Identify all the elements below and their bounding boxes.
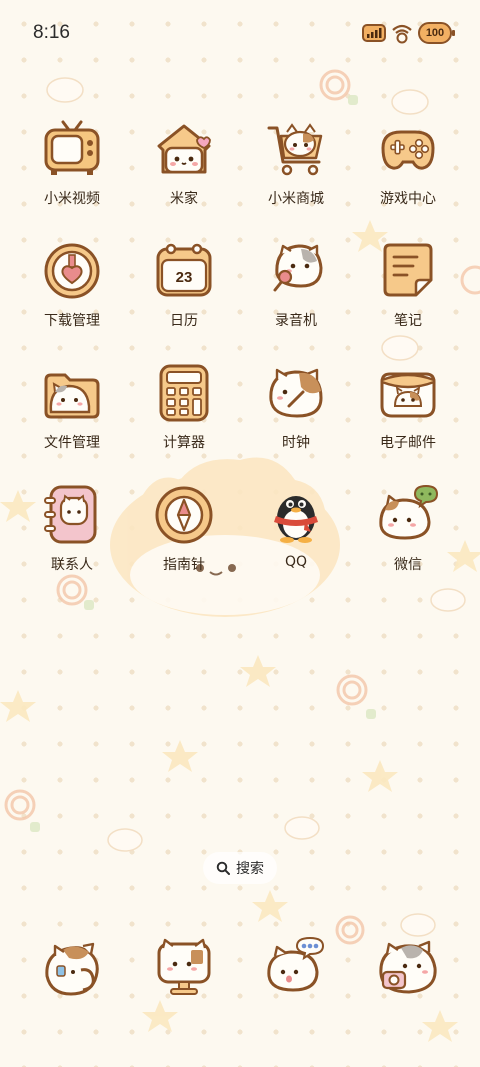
app-label: 下载管理	[44, 313, 100, 329]
battery-level: 100	[425, 27, 445, 39]
cat-monitor-icon	[153, 936, 215, 998]
calculator-icon	[153, 362, 215, 424]
signal-icon	[362, 24, 386, 42]
app-contacts[interactable]: 联系人	[16, 484, 128, 594]
cat-microphone-icon	[265, 240, 327, 302]
app-calculator[interactable]: 计算器	[128, 362, 240, 472]
download-heart-icon	[41, 240, 103, 302]
app-file-manager[interactable]: 文件管理	[16, 362, 128, 472]
search-label: 搜索	[236, 861, 264, 877]
dock-browser[interactable]	[128, 936, 240, 1000]
dock-messages[interactable]	[240, 936, 352, 1000]
search-button[interactable]: 搜索	[203, 852, 277, 884]
app-downloads[interactable]: 下载管理	[16, 240, 128, 350]
cat-contacts-icon	[41, 484, 103, 546]
calendar-day: 23	[176, 269, 193, 286]
app-notes[interactable]: 笔记	[352, 240, 464, 350]
calendar-icon: 23	[153, 240, 215, 302]
cat-wechat-icon	[377, 484, 439, 546]
dock-phone[interactable]	[16, 936, 128, 1000]
cat-camera-icon	[377, 936, 439, 998]
app-label: 米家	[170, 191, 198, 207]
cat-folder-icon	[41, 362, 103, 424]
app-label: 文件管理	[44, 435, 100, 451]
app-label: 微信	[394, 557, 422, 573]
cat-cart-icon	[265, 118, 327, 180]
notes-icon	[377, 240, 439, 302]
app-clock[interactable]: 时钟	[240, 362, 352, 472]
compass-icon	[153, 484, 215, 546]
app-label: 小米视频	[44, 191, 100, 207]
cat-message-icon	[265, 936, 327, 998]
app-wechat[interactable]: 微信	[352, 484, 464, 594]
app-label: 录音机	[275, 313, 317, 329]
cat-house-icon	[153, 118, 215, 180]
wifi-icon	[392, 24, 412, 44]
app-label: 电子邮件	[380, 435, 436, 451]
app-qq[interactable]: QQ	[240, 484, 352, 594]
status-bar: 8:16 100	[0, 0, 480, 70]
cat-envelope-icon	[377, 362, 439, 424]
app-label: 计算器	[163, 435, 205, 451]
tv-icon	[41, 118, 103, 180]
app-label: 联系人	[51, 557, 93, 573]
app-label: 指南针	[163, 557, 205, 573]
app-label: 游戏中心	[380, 191, 436, 207]
app-compass[interactable]: 指南针	[128, 484, 240, 594]
app-label: 日历	[170, 313, 198, 329]
gamepad-icon	[377, 118, 439, 180]
dock-camera[interactable]	[352, 936, 464, 1000]
cat-phone-icon	[41, 936, 103, 998]
app-label: 时钟	[282, 435, 310, 451]
qq-penguin-icon	[265, 484, 327, 546]
app-mi-video[interactable]: 小米视频	[16, 118, 128, 228]
cat-clock-icon	[265, 362, 327, 424]
battery-indicator: 100	[418, 22, 455, 44]
app-email[interactable]: 电子邮件	[352, 362, 464, 472]
app-calendar[interactable]: 23 日历	[128, 240, 240, 350]
app-mijia[interactable]: 米家	[128, 118, 240, 228]
app-game-center[interactable]: 游戏中心	[352, 118, 464, 228]
app-mi-store[interactable]: 小米商城	[240, 118, 352, 228]
app-label: 笔记	[394, 313, 422, 329]
app-label: 小米商城	[268, 191, 324, 207]
search-icon	[216, 861, 230, 875]
status-time: 8:16	[33, 22, 70, 43]
status-icons: 100	[362, 22, 455, 44]
app-label: QQ	[284, 554, 308, 570]
app-recorder[interactable]: 录音机	[240, 240, 352, 350]
